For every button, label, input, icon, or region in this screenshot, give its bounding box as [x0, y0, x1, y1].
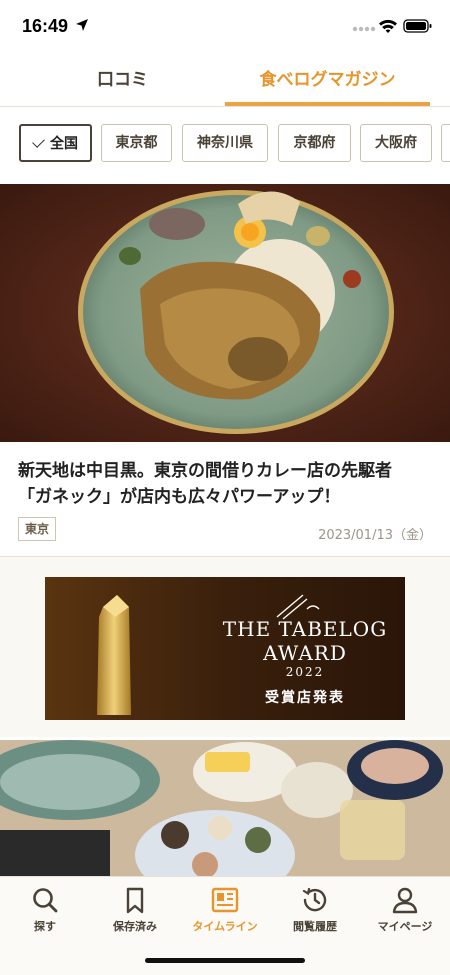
- award-subtitle: 受賞店発表: [265, 690, 345, 706]
- tab-magazine[interactable]: 食べログマガジン: [225, 56, 430, 104]
- article-title-line1: 新天地は中目黒。東京の間借りカレー店の先駆者: [18, 461, 392, 481]
- status-bar: 16:49: [0, 0, 450, 56]
- tab-reviews[interactable]: 口コミ: [20, 56, 225, 104]
- battery-icon: [403, 19, 432, 33]
- dishes-photo-illustration: [0, 740, 450, 878]
- chip-more[interactable]: [441, 124, 450, 162]
- award-title-line2: AWARD: [263, 641, 347, 665]
- chip-kanagawa[interactable]: 神奈川県: [182, 124, 268, 162]
- search-icon: [33, 888, 58, 913]
- nav-timeline[interactable]: タイムライン: [180, 885, 270, 934]
- home-indicator: [145, 958, 305, 963]
- nav-saved[interactable]: 保存済み: [90, 885, 180, 934]
- area-tag: 東京: [18, 517, 57, 541]
- article-title[interactable]: 新天地は中目黒。東京の間借りカレー店の先駆者 「ガネック」が店内も広々パワーアッ…: [18, 458, 438, 510]
- article-date: 2023/01/13（金）: [318, 528, 432, 543]
- article-image[interactable]: [0, 184, 450, 442]
- article-image-2[interactable]: [0, 740, 450, 878]
- nav-label-mypage: マイページ: [377, 920, 433, 933]
- nav-label-history: 閲覧履歴: [293, 920, 337, 933]
- wifi-icon: [379, 19, 397, 33]
- bookmark-icon: [126, 887, 144, 914]
- status-time: 16:49: [22, 16, 69, 36]
- nav-label-timeline: タイムライン: [192, 920, 258, 933]
- nav-label-saved: 保存済み: [113, 920, 157, 933]
- chip-tokyo[interactable]: 東京都: [101, 124, 172, 162]
- timeline-icon: [211, 887, 239, 913]
- nav-search[interactable]: 探す: [0, 885, 90, 934]
- area-filter-chips: 全国 東京都 神奈川県 京都府 大阪府: [0, 124, 450, 164]
- nav-mypage[interactable]: マイページ: [360, 885, 450, 934]
- check-icon: [32, 135, 45, 148]
- history-icon: [302, 887, 327, 912]
- curry-plate-illustration: [0, 184, 450, 442]
- chip-nationwide[interactable]: 全国: [19, 124, 92, 162]
- chip-kyoto[interactable]: 京都府: [278, 124, 351, 162]
- chip-osaka[interactable]: 大阪府: [360, 124, 432, 162]
- top-tabs: 口コミ 食べログマガジン: [0, 56, 450, 107]
- person-icon: [392, 887, 418, 914]
- active-tab-indicator: [225, 102, 430, 106]
- award-banner-area: THE TABELOG AWARD 2022 受賞店発表: [0, 557, 450, 737]
- award-banner[interactable]: THE TABELOG AWARD 2022 受賞店発表: [45, 577, 405, 720]
- location-arrow-icon: [76, 19, 88, 31]
- signal-dots-icon: [352, 26, 376, 32]
- award-title-line1: THE TABELOG: [222, 617, 388, 641]
- nav-label-search: 探す: [34, 920, 56, 933]
- article-title-line2: 「ガネック」が店内も広々パワーアップ！: [18, 487, 341, 507]
- chip-label: 全国: [50, 136, 78, 152]
- nav-history[interactable]: 閲覧履歴: [270, 885, 360, 934]
- award-year: 2022: [285, 665, 325, 679]
